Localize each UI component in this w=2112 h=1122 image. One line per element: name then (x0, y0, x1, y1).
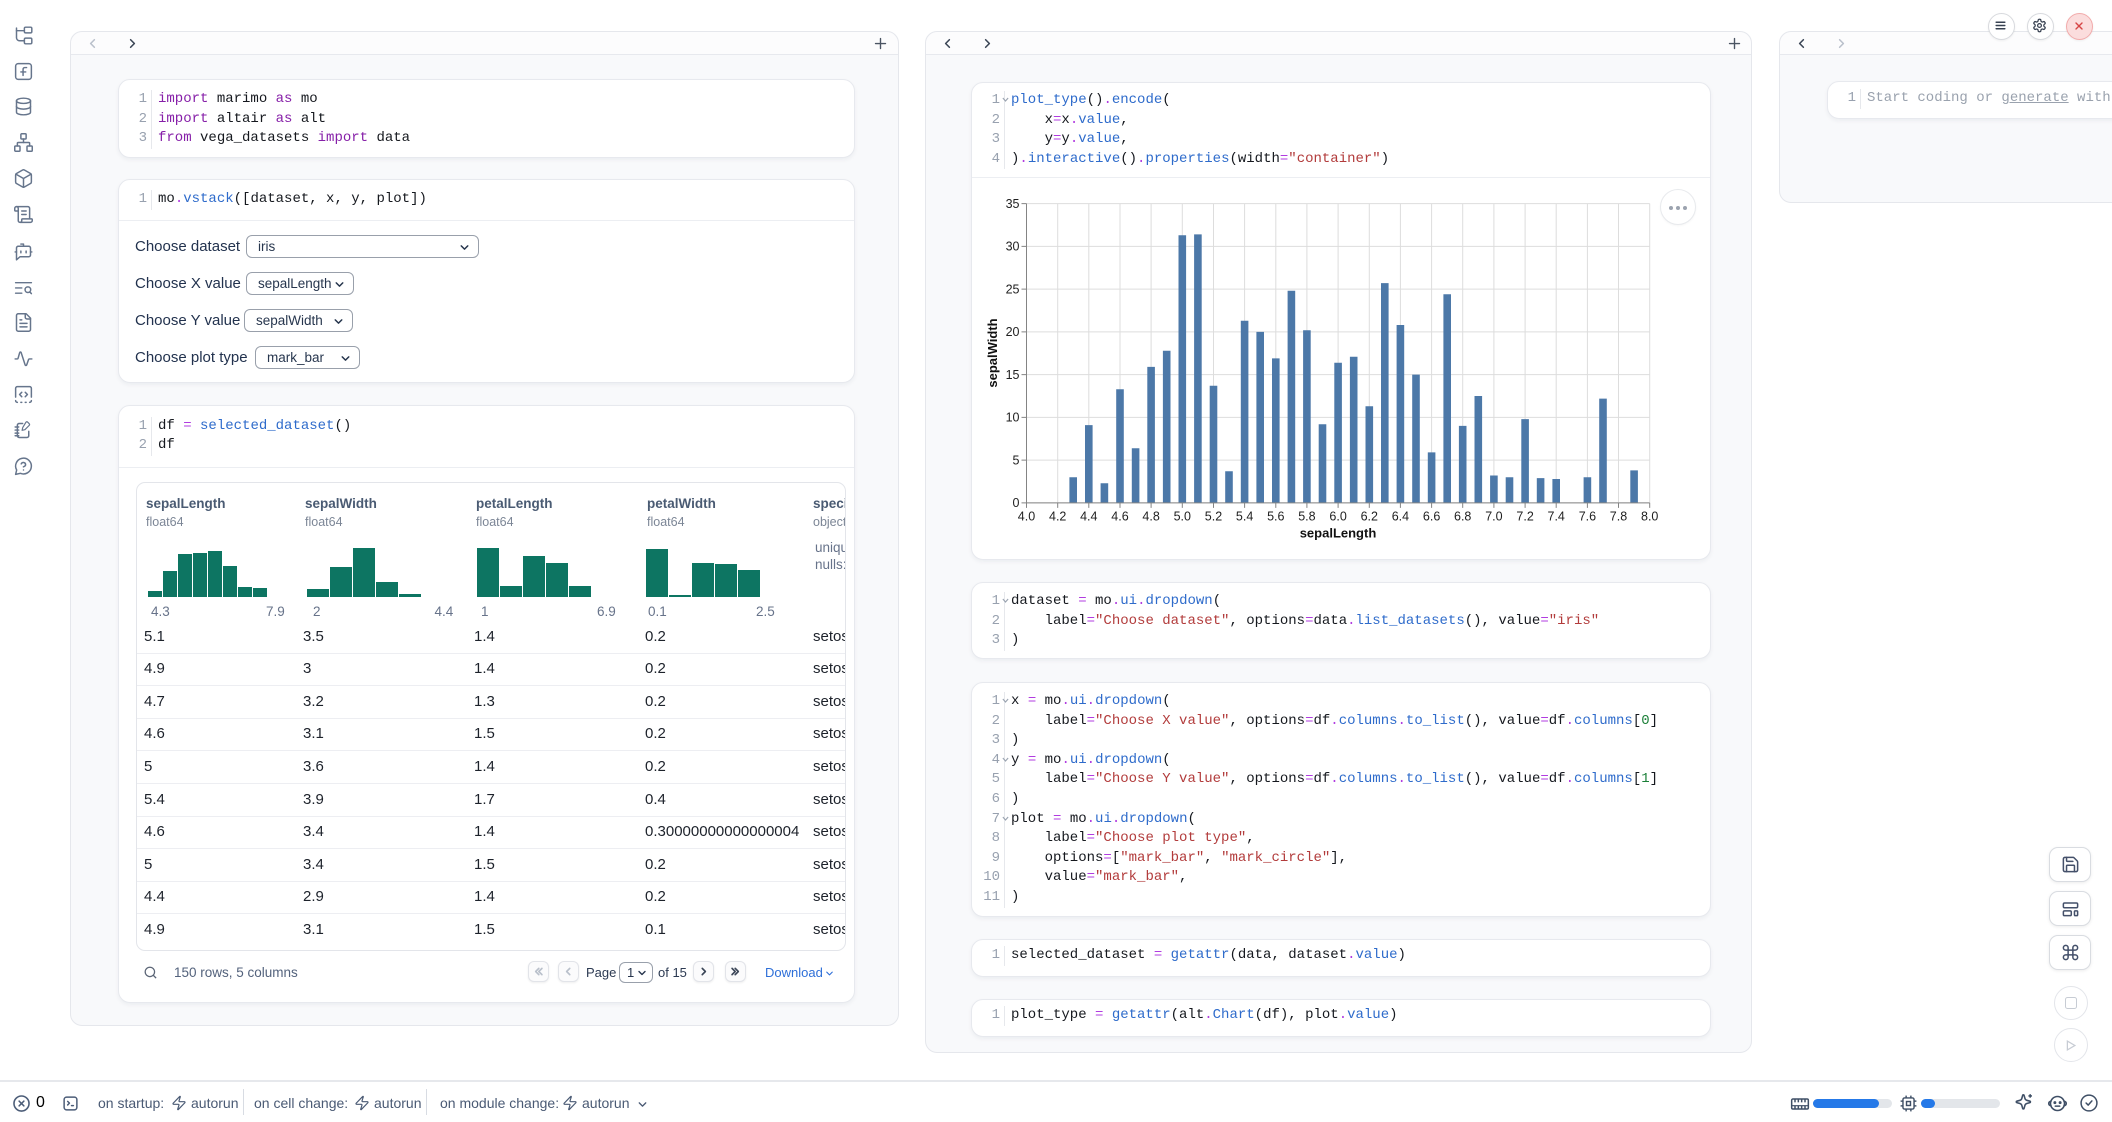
svg-text:25: 25 (1006, 283, 1020, 297)
svg-text:7.2: 7.2 (1516, 510, 1533, 524)
svg-text:6.8: 6.8 (1454, 510, 1471, 524)
svg-text:8.0: 8.0 (1641, 510, 1658, 524)
svg-text:7.6: 7.6 (1579, 510, 1596, 524)
svg-text:sepalWidth: sepalWidth (985, 319, 1000, 388)
svg-text:5.8: 5.8 (1298, 510, 1315, 524)
svg-text:6.0: 6.0 (1329, 510, 1346, 524)
svg-text:5.4: 5.4 (1236, 510, 1253, 524)
svg-text:4.8: 4.8 (1142, 510, 1159, 524)
svg-text:7.0: 7.0 (1485, 510, 1502, 524)
svg-text:4.6: 4.6 (1111, 510, 1128, 524)
svg-text:sepalLength: sepalLength (1300, 526, 1377, 541)
svg-text:4.0: 4.0 (1018, 510, 1035, 524)
svg-text:0: 0 (1013, 497, 1020, 511)
svg-text:4.2: 4.2 (1049, 510, 1066, 524)
svg-text:5.0: 5.0 (1174, 510, 1191, 524)
svg-text:20: 20 (1006, 326, 1020, 340)
svg-text:10: 10 (1006, 411, 1020, 425)
svg-text:6.6: 6.6 (1423, 510, 1440, 524)
svg-text:5.2: 5.2 (1205, 510, 1222, 524)
svg-text:7.8: 7.8 (1610, 510, 1627, 524)
svg-text:30: 30 (1006, 240, 1020, 254)
svg-text:35: 35 (1006, 197, 1020, 211)
svg-text:5.6: 5.6 (1267, 510, 1284, 524)
svg-text:5: 5 (1013, 454, 1020, 468)
svg-text:7.4: 7.4 (1548, 510, 1565, 524)
svg-text:6.2: 6.2 (1361, 510, 1378, 524)
svg-text:4.4: 4.4 (1080, 510, 1097, 524)
svg-text:15: 15 (1006, 368, 1020, 382)
svg-text:6.4: 6.4 (1392, 510, 1409, 524)
